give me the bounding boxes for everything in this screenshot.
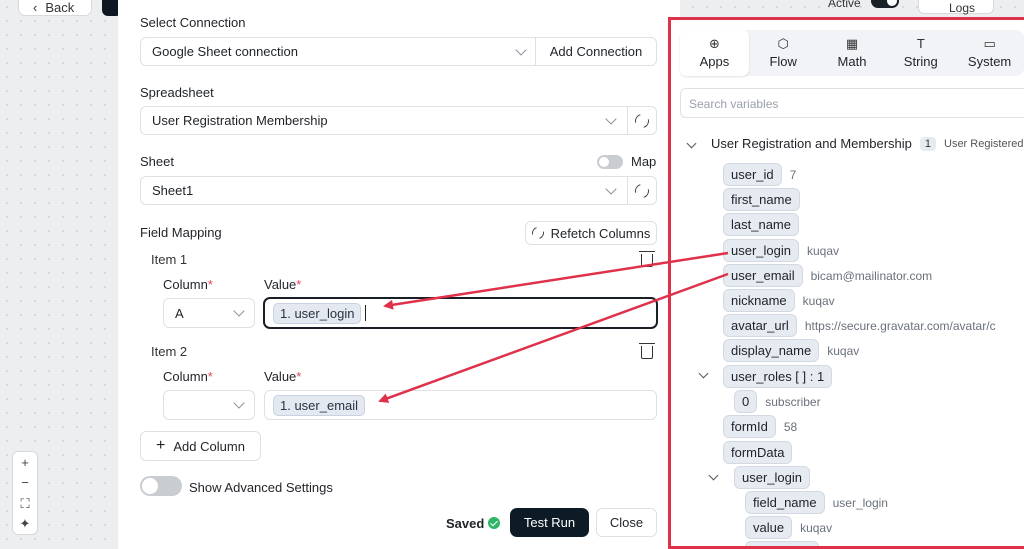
variable-row[interactable]: avatar_url https://secure.gravatar.com/av… — [723, 314, 996, 337]
back-label: Back — [45, 0, 75, 15]
tab-flow[interactable]: ⬡ Flow — [749, 30, 818, 76]
variable-row[interactable]: last_name — [723, 213, 807, 236]
active-toggle[interactable] — [871, 0, 899, 8]
value-chip[interactable]: 1. user_login — [273, 302, 362, 324]
select-connection-label: Select Connection — [140, 15, 246, 30]
cube-icon: ⬡ — [777, 36, 789, 51]
variables-panel: ⊕ Apps ⬡ Flow ▦ Math T String ▭ System S… — [668, 17, 1024, 549]
group-count-badge: 1 — [919, 136, 936, 151]
value-chip[interactable]: 1. user_email — [273, 394, 366, 416]
chevron-down-icon — [233, 397, 245, 409]
logs-button[interactable]: Logs — [918, 0, 994, 15]
chevron-down-icon — [233, 305, 245, 317]
group-title: User Registration and Membership — [711, 136, 912, 151]
magic-wand-icon[interactable]: ✦ — [20, 517, 31, 530]
tab-string[interactable]: T String — [886, 30, 955, 76]
text-icon: T — [916, 36, 925, 51]
refetch-columns-label: Refetch Columns — [550, 225, 651, 241]
tab-apps[interactable]: ⊕ Apps — [680, 30, 749, 76]
add-column-button[interactable]: + Add Column — [140, 431, 261, 461]
refresh-icon — [632, 110, 652, 131]
variable-row[interactable]: display_name kuqav — [723, 339, 859, 362]
zoom-controls: + − ⛶ ✦ — [12, 451, 38, 535]
active-label: Active — [828, 0, 861, 10]
value-label: Value* — [264, 277, 302, 292]
connection-select[interactable]: Google Sheet connection — [140, 37, 536, 66]
close-button[interactable]: Close — [596, 508, 657, 537]
column-label: Column* — [163, 369, 213, 384]
spreadsheet-label: Spreadsheet — [140, 85, 214, 100]
chevron-down-icon — [515, 44, 527, 56]
fit-view-icon[interactable]: ⛶ — [20, 497, 29, 510]
tab-math[interactable]: ▦ Math — [818, 30, 887, 76]
variable-row[interactable]: formData — [723, 441, 800, 464]
saved-label: Saved — [446, 516, 485, 531]
item-2-value-input[interactable]: 1. user_email — [264, 390, 657, 420]
refetch-columns-button[interactable]: Refetch Columns — [525, 221, 657, 245]
advanced-settings-toggle[interactable] — [140, 476, 182, 496]
connection-value: Google Sheet connection — [152, 44, 298, 59]
variable-row[interactable]: user_id 7 — [723, 163, 796, 186]
globe-icon: ⊕ — [708, 36, 720, 51]
variable-row[interactable]: field_name user_login — [745, 491, 888, 514]
chevron-down-icon[interactable] — [686, 138, 697, 149]
group-header[interactable]: User Registration and Membership 1 User … — [711, 136, 1023, 151]
chevron-down-icon[interactable] — [698, 368, 709, 379]
map-label: Map — [631, 154, 657, 169]
sheet-label: Sheet — [140, 154, 174, 169]
tab-system[interactable]: ▭ System — [955, 30, 1024, 76]
add-connection-button[interactable]: Add Connection — [535, 37, 657, 66]
group-subtitle: User Registered — [944, 137, 1024, 150]
chevron-left-icon: ‹ — [33, 0, 38, 15]
action-config-modal: Select Connection Google Sheet connectio… — [118, 0, 680, 549]
column-label: Column* — [163, 277, 213, 292]
variable-row[interactable]: user_login — [734, 466, 818, 489]
spreadsheet-select[interactable]: User Registration Membership — [140, 106, 628, 135]
refresh-spreadsheet-button[interactable] — [627, 106, 657, 135]
calculator-icon: ▦ — [845, 36, 859, 51]
add-column-label: Add Column — [173, 438, 245, 454]
chevron-down-icon — [605, 113, 617, 125]
search-variables-input[interactable]: Search variables — [680, 88, 1024, 118]
chevron-down-icon — [605, 183, 617, 195]
item-2-title: Item 2 — [151, 344, 188, 359]
zoom-out-icon[interactable]: − — [21, 476, 29, 489]
trash-icon[interactable] — [639, 343, 655, 359]
item-1-title: Item 1 — [151, 252, 188, 267]
variable-row[interactable]: user_email bicam@mailinator.com — [723, 264, 932, 287]
item-2-column-select[interactable] — [163, 390, 255, 420]
item-1-column-select[interactable]: A — [163, 298, 255, 328]
check-circle-icon — [488, 517, 500, 529]
back-button[interactable]: ‹ Back — [18, 0, 92, 16]
refresh-icon — [632, 180, 652, 201]
column-value: A — [175, 305, 184, 321]
variable-row — [745, 541, 819, 546]
test-run-button[interactable]: Test Run — [510, 508, 589, 537]
refresh-icon — [529, 224, 546, 242]
value-label: Value* — [264, 369, 302, 384]
trash-icon[interactable] — [639, 251, 655, 267]
refresh-sheet-button[interactable] — [627, 176, 657, 205]
zoom-in-icon[interactable]: + — [21, 456, 29, 469]
sheet-value: Sheet1 — [152, 183, 194, 198]
plus-icon: + — [156, 437, 166, 454]
field-mapping-label: Field Mapping — [140, 225, 222, 240]
sheet-select[interactable]: Sheet1 — [140, 176, 628, 205]
spreadsheet-value: User Registration Membership — [152, 113, 328, 128]
variable-row[interactable]: 0 subscriber — [734, 390, 821, 413]
variable-row[interactable]: nickname kuqav — [723, 289, 835, 312]
variable-row[interactable]: user_roles [ ] : 1 — [723, 365, 840, 388]
text-cursor — [365, 305, 367, 321]
variable-row[interactable]: first_name — [723, 188, 808, 211]
chevron-down-icon[interactable] — [708, 470, 719, 481]
item-1-value-input[interactable]: 1. user_login — [263, 297, 658, 329]
variable-row[interactable]: value kuqav — [745, 516, 832, 539]
variable-row[interactable]: formId 58 — [723, 415, 797, 438]
variable-tabs: ⊕ Apps ⬡ Flow ▦ Math T String ▭ System — [680, 30, 1024, 76]
advanced-settings-label: Show Advanced Settings — [189, 480, 333, 495]
monitor-icon: ▭ — [983, 36, 996, 51]
variable-row[interactable]: user_login kuqav — [723, 239, 839, 262]
map-toggle[interactable] — [597, 155, 623, 169]
